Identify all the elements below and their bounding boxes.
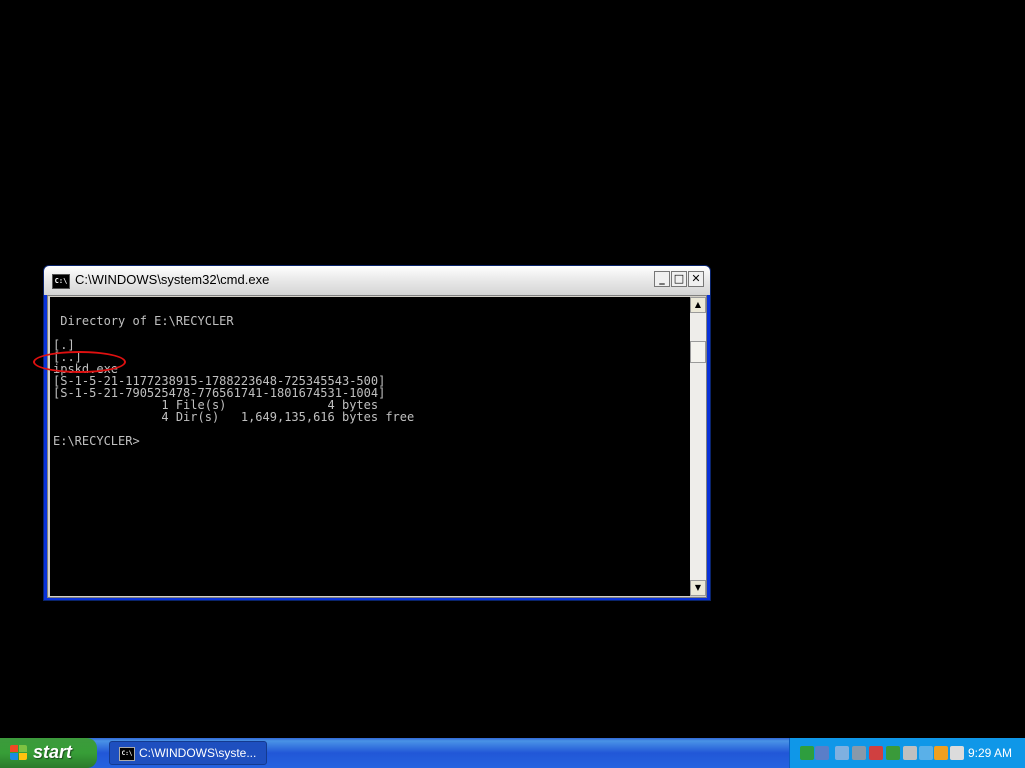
vertical-scrollbar[interactable]: ▲ ▼ [690,297,706,596]
red-annotation-circle [33,351,126,373]
console-line: 4 Dir(s) 1,649,135,616 bytes free [53,410,415,424]
start-label: start [33,742,73,762]
app-h-icon[interactable] [800,746,814,760]
taskbar-item-label: C:\WINDOWS\syste... [139,746,257,760]
audio-icon[interactable] [903,746,917,760]
monitor-icon[interactable] [950,746,964,760]
clock[interactable]: 9:29 AM [968,746,1012,760]
network-icon[interactable] [815,746,829,760]
messenger-icon[interactable] [919,746,933,760]
close-button[interactable]: ✕ [688,271,704,287]
safely-remove-icon[interactable] [852,746,866,760]
console-frame: Directory of E:\RECYCLER [.] [..] ipskd.… [47,295,707,598]
window-title: C:\WINDOWS\system32\cmd.exe [75,272,270,287]
start-button[interactable]: start [0,738,97,768]
media-icon[interactable] [934,746,948,760]
update-icon[interactable] [886,746,900,760]
title-bar[interactable]: C:\ C:\WINDOWS\system32\cmd.exe _ □ ✕ [44,266,710,295]
cmd-window[interactable]: C:\ C:\WINDOWS\system32\cmd.exe _ □ ✕ Di… [43,265,711,601]
taskbar: start C:\ C:\WINDOWS\syste... 9:29 AM [0,738,1025,768]
console-line: Directory of E:\RECYCLER [53,314,234,328]
cmd-icon: C:\ [119,747,135,761]
console-output[interactable]: Directory of E:\RECYCLER [.] [..] ipskd.… [50,297,690,596]
scroll-thumb[interactable] [690,341,706,363]
taskbar-item-cmd[interactable]: C:\ C:\WINDOWS\syste... [109,741,267,765]
minimize-button[interactable]: _ [654,271,670,287]
scroll-down-button[interactable]: ▼ [690,580,706,596]
windows-logo-icon [10,745,28,761]
cmd-icon[interactable]: C:\ [52,274,70,289]
console-prompt[interactable]: E:\RECYCLER> [53,435,140,447]
system-tray: 9:29 AM [789,738,1025,768]
maximize-button[interactable]: □ [671,271,687,287]
scroll-up-button[interactable]: ▲ [690,297,706,313]
security-icon[interactable] [869,746,883,760]
connection-icon[interactable] [835,746,849,760]
